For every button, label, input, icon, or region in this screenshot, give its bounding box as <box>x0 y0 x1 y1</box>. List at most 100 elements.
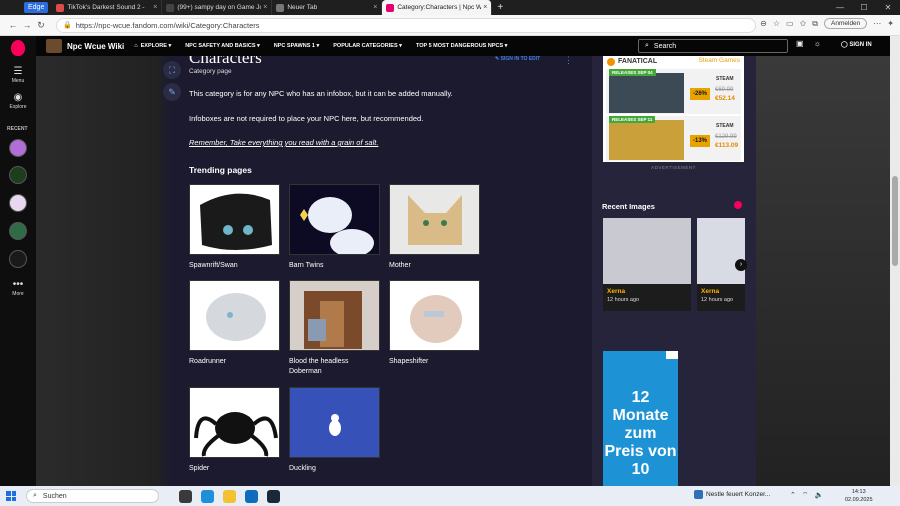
profile-signin-button[interactable]: Anmelden <box>824 18 868 29</box>
fanatical-ad[interactable]: FANATICAL Steam Games RELEASES SEP 04 ST… <box>603 56 744 162</box>
steam-app-icon[interactable] <box>267 489 280 503</box>
menu-popular-categories[interactable]: POPULAR CATEGORIES ▾ <box>333 43 402 49</box>
tab-category-characters[interactable]: Category:Characters | Npc Wcue × <box>382 0 493 15</box>
system-tray: ⌃ ⌔ 🔈 <box>790 491 823 500</box>
carousel-next-button[interactable]: › <box>735 259 747 271</box>
tab-favicon-icon <box>166 3 175 12</box>
trending-card-spider[interactable]: Spider <box>189 387 281 474</box>
wiki-name[interactable]: Npc Wcue Wiki <box>67 42 124 51</box>
minimize-icon[interactable]: — <box>828 0 852 15</box>
edge-profile-badge[interactable]: Edge <box>24 2 49 13</box>
page-subtitle: Category page <box>189 68 232 75</box>
fandom-flame-icon <box>734 201 742 209</box>
trending-card-spawnrift[interactable]: Spawnrift/Swan <box>189 184 281 271</box>
page-scrollbar[interactable] <box>890 36 900 486</box>
card-thumbnail <box>289 280 380 351</box>
right-rail: FANATICAL Steam Games RELEASES SEP 04 ST… <box>592 56 756 486</box>
signin-button[interactable]: ◯ SIGN IN <box>841 41 872 48</box>
recent-wiki-avatar[interactable] <box>9 194 27 212</box>
close-window-icon[interactable]: ✕ <box>876 0 900 15</box>
favorite-star-icon[interactable]: ☆ <box>773 19 780 28</box>
new-tab-icon[interactable]: + <box>497 2 503 13</box>
maximize-icon[interactable]: ☐ <box>852 0 876 15</box>
refresh-icon[interactable]: ↻ <box>34 20 48 31</box>
fandom-logo-icon[interactable] <box>11 40 25 56</box>
collections-icon[interactable]: ⧉ <box>812 19 818 29</box>
card-thumbnail <box>389 280 480 351</box>
intro-paragraph: This category is for any NPC who has an … <box>189 89 453 98</box>
split-screen-icon[interactable]: ▭ <box>786 19 794 28</box>
ad-game-row[interactable]: RELEASES SEP 04 STEAM -26% €69.99 €52.14 <box>606 69 741 114</box>
user-icon: ◯ <box>841 42 848 48</box>
tab-close-icon[interactable]: × <box>373 4 377 11</box>
menu-icon: ☰ <box>13 66 23 77</box>
card-thumbnail <box>289 184 380 255</box>
scrollbar-thumb[interactable] <box>892 176 898 266</box>
trending-card-roadrunner[interactable]: Roadrunner <box>189 280 281 367</box>
tab-close-icon[interactable]: × <box>263 4 267 11</box>
task-view-icon[interactable] <box>179 489 192 503</box>
global-menu-button[interactable]: ☰ Menu <box>0 66 36 84</box>
infobox-note-paragraph: Infoboxes are not required to place your… <box>189 114 424 123</box>
trending-card-mother[interactable]: Mother <box>389 184 481 271</box>
tab-close-icon[interactable]: × <box>483 4 487 11</box>
search-icon: ⌕ <box>33 492 37 499</box>
menu-npc-safety[interactable]: NPC SAFETY AND BASICS ▾ <box>185 43 260 49</box>
wiki-logo[interactable] <box>46 39 62 53</box>
explore-icon: ⌂ <box>134 43 138 49</box>
ad-game-row[interactable]: RELEASES SEP 11 STEAM -13% €129.99 €113.… <box>606 116 741 161</box>
recent-wiki-avatar[interactable] <box>9 139 27 157</box>
windows-start-icon[interactable] <box>6 491 16 501</box>
tab-tiktok[interactable]: TikTok's Darkest Sound 2 - × <box>52 0 163 15</box>
volume-icon[interactable]: 🔈 <box>814 491 823 500</box>
recent-wiki-avatar[interactable] <box>9 222 27 240</box>
advertisement-label: ADVERTISEMENT <box>651 165 696 170</box>
ad-choices-icon[interactable] <box>666 351 678 359</box>
menu-npc-spawns[interactable]: NPC SPAWNS 1 ▾ <box>274 43 319 49</box>
taskbar-search-input[interactable]: ⌕ Suchen <box>26 489 159 503</box>
global-explore-button[interactable]: ◉ Explore <box>0 92 36 110</box>
tab-new-tab[interactable]: Neuer Tab × <box>272 0 383 15</box>
recent-label: RECENT <box>7 126 28 132</box>
menu-explore[interactable]: ⌂ EXPLORE ▾ <box>134 43 171 49</box>
browser-menu-icon[interactable]: ⋯ <box>873 19 881 28</box>
trending-card-shapeshifter[interactable]: Shapeshifter <box>389 280 481 367</box>
trending-pages-title: Trending pages <box>189 165 252 175</box>
taskbar-clock[interactable]: 14:13 02.09.2025 <box>845 488 873 504</box>
trending-card-duckling[interactable]: Duckling <box>289 387 381 474</box>
tab-gamejolt[interactable]: (99+) sampy day on Game Jolt: × <box>162 0 273 15</box>
url-field[interactable]: 🔒 https://npc-wcue.fandom.com/wiki/Categ… <box>56 17 756 33</box>
theme-toggle-icon[interactable]: ☼ <box>814 39 821 48</box>
recent-wiki-avatar[interactable] <box>9 250 27 268</box>
edit-pencil-button[interactable]: ✎ <box>163 83 181 101</box>
favorites-icon[interactable]: ✩ <box>800 19 807 28</box>
recent-image-card[interactable]: Xerna 12 hours ago <box>603 218 691 311</box>
menu-top-5-dangerous[interactable]: TOP 5 MOST DANGEROUS NPCS ▾ <box>416 43 508 49</box>
search-icon: ⌕ <box>645 42 649 49</box>
discussions-icon[interactable]: ▣ <box>796 39 804 48</box>
trending-card-barn-twins[interactable]: Barn Twins <box>289 184 381 271</box>
chevron-down-icon: ▾ <box>257 43 260 49</box>
page-actions-icon[interactable]: ⋮ <box>564 56 573 66</box>
back-icon[interactable]: ← <box>6 20 20 31</box>
edge-app-icon[interactable] <box>201 489 214 503</box>
signin-to-edit-link[interactable]: ✎ SIGN IN TO EDIT <box>495 56 540 62</box>
recent-wiki-avatar[interactable] <box>9 166 27 184</box>
wiki-search-input[interactable]: ⌕ Search <box>638 39 788 53</box>
network-icon[interactable]: ⌔ <box>802 491 809 500</box>
global-more-button[interactable]: ••• More <box>0 279 36 297</box>
copilot-icon[interactable]: ✦ <box>887 19 894 28</box>
file-explorer-icon[interactable] <box>223 489 236 503</box>
disclaimer-paragraph[interactable]: Remember, Take everything you read with … <box>189 138 378 147</box>
forward-icon[interactable]: → <box>20 20 34 31</box>
tray-chevron-icon[interactable]: ⌃ <box>790 491 796 500</box>
subscription-ad[interactable]: 12 Monate zum Preis von 10 <box>603 351 678 486</box>
tab-close-icon[interactable]: × <box>153 4 157 11</box>
fanatical-logo-icon <box>607 57 615 66</box>
news-widget[interactable]: Nestle feuert Konzer... <box>694 490 770 499</box>
fandom-global-nav: ☰ Menu ◉ Explore RECENT ••• More <box>0 36 36 486</box>
outlook-icon[interactable] <box>245 489 258 503</box>
zoom-icon[interactable]: ⊖ <box>760 19 767 28</box>
trending-card-blood[interactable]: Blood the headless Doberman <box>289 280 381 377</box>
fullscreen-toggle-button[interactable]: ⛶ <box>163 61 181 79</box>
